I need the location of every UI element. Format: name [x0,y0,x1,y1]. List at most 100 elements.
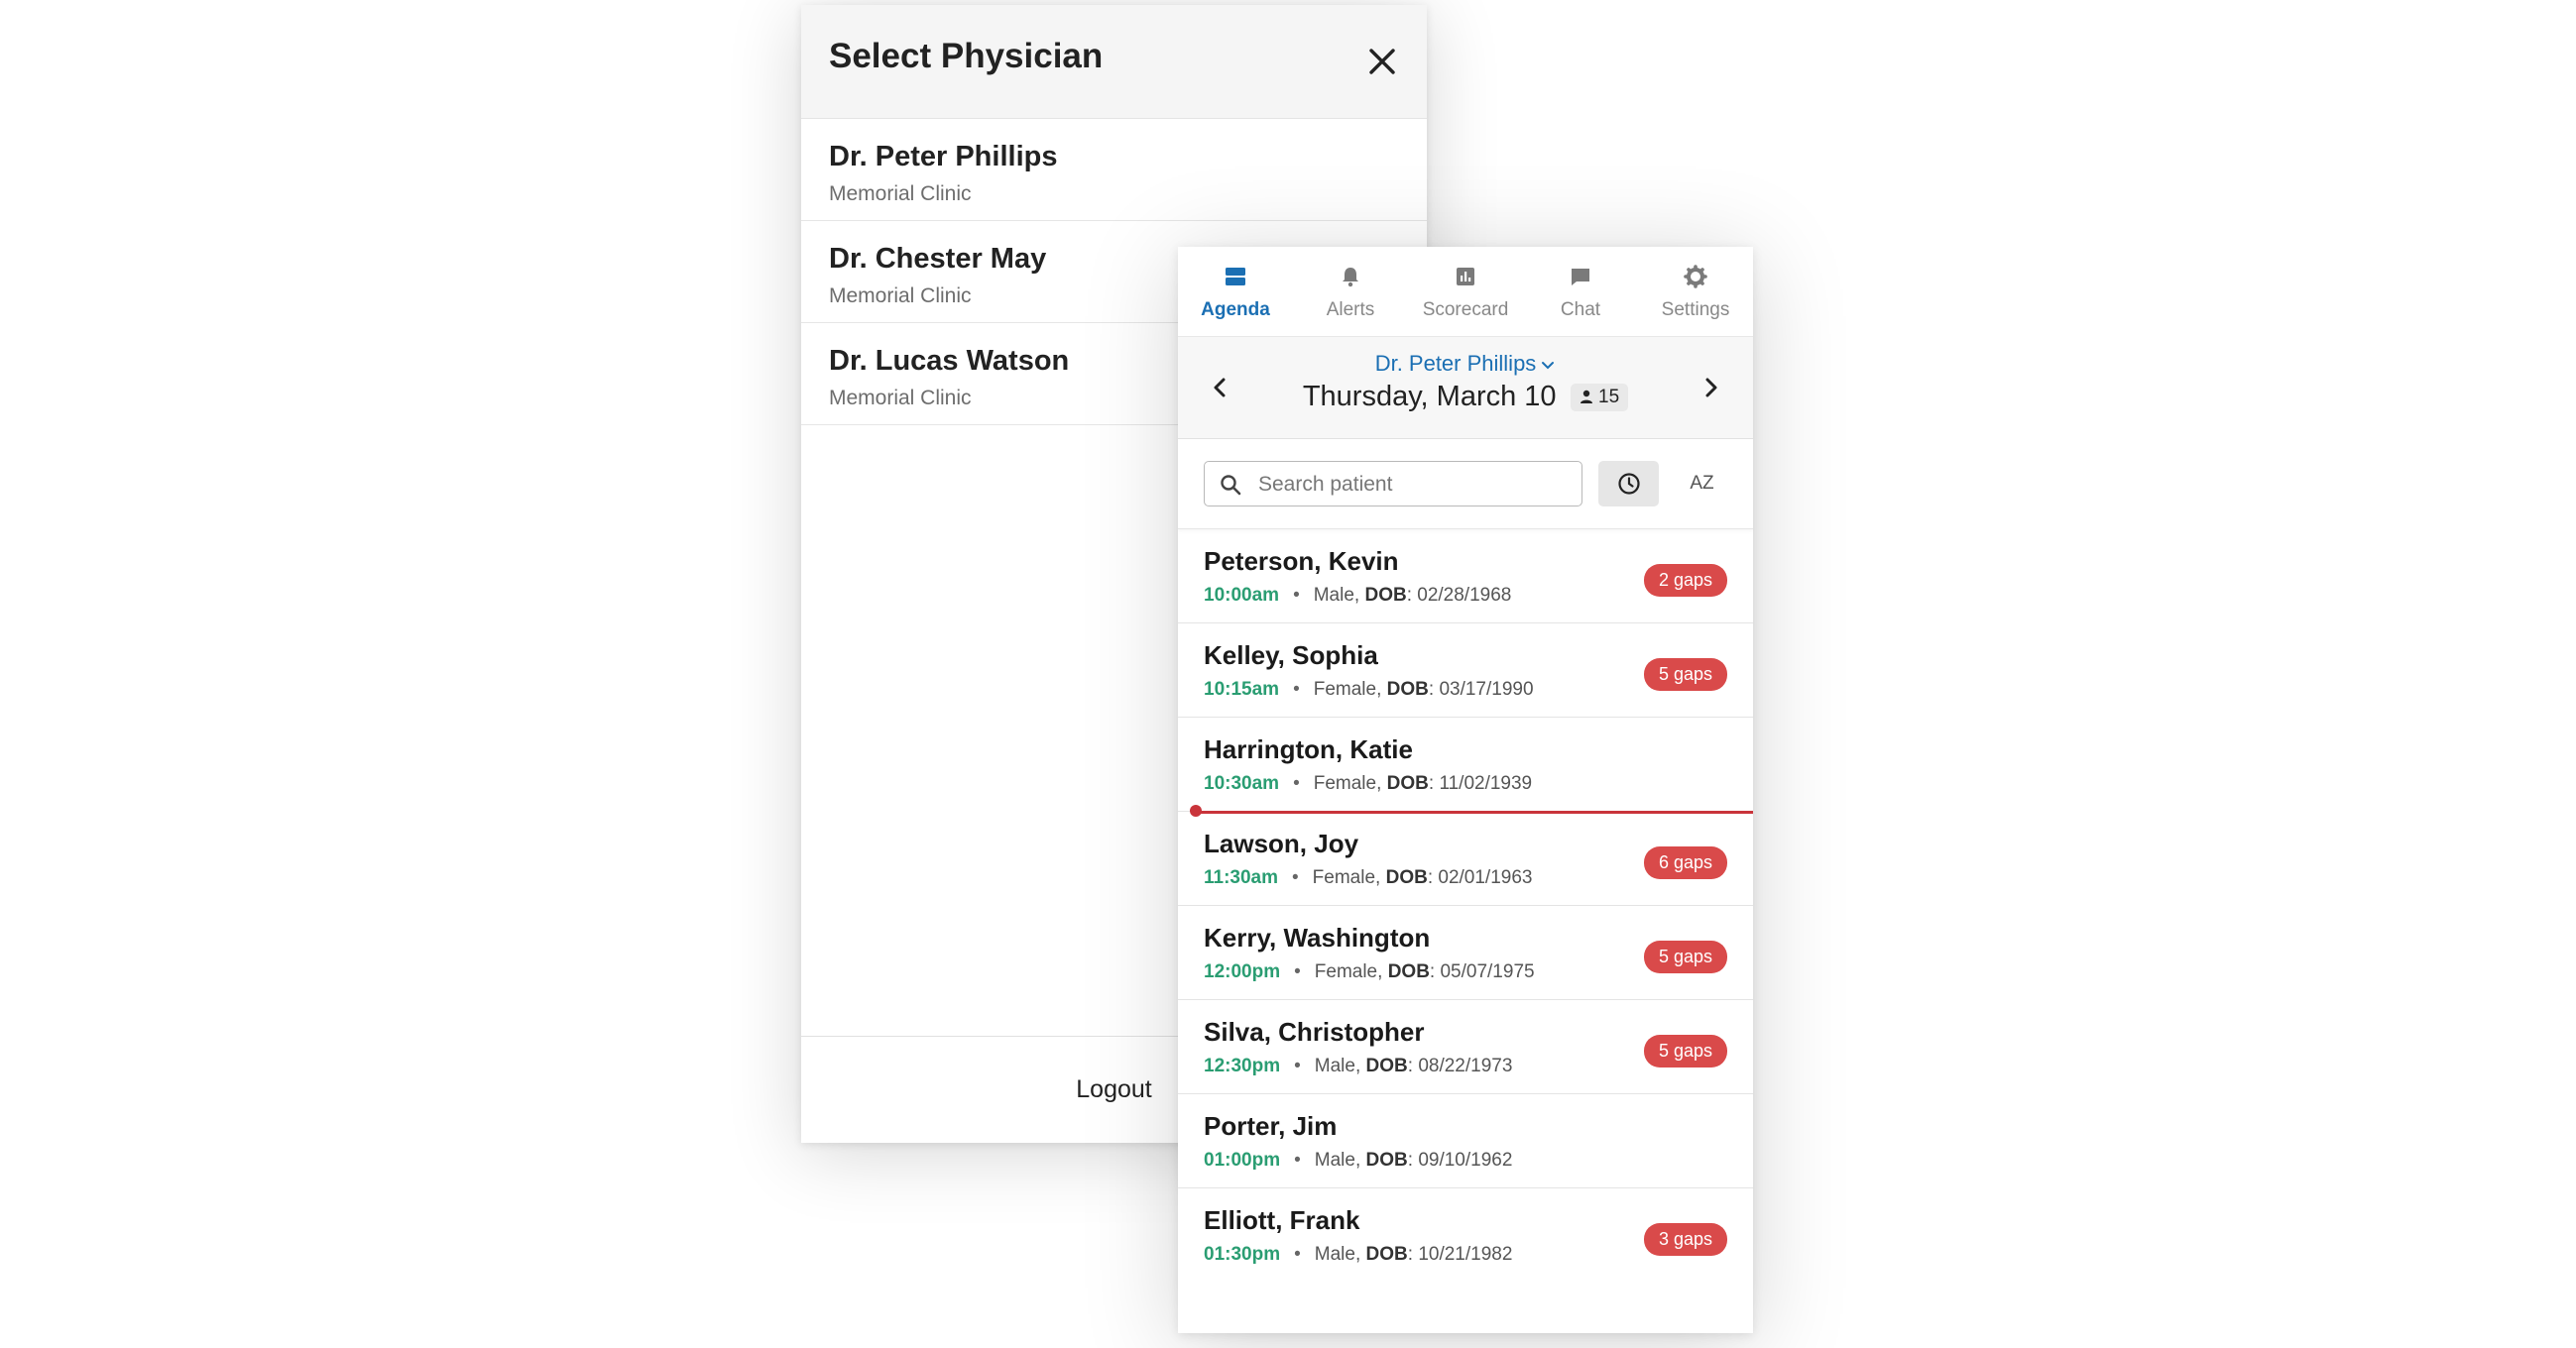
separator: • [1293,773,1300,794]
dob-label: DOB [1364,585,1407,606]
patient-list: Peterson, Kevin 10:00am • Male, DOB: 02/28… [1178,529,1753,1282]
gear-icon [1684,265,1707,288]
agenda-panel: Agenda Alerts Scorecard Chat Settings Dr… [1178,247,1753,1333]
search-icon [1221,475,1241,496]
physician-name: Dr. Chester May [829,243,1047,275]
patient-sex: Female [1313,679,1377,700]
physician-name: Dr. Peter Phillips [829,141,1058,172]
clock-icon [1617,473,1640,495]
appointment-time: 01:30pm [1204,1244,1281,1265]
dob-label: DOB [1365,1150,1408,1171]
separator: • [1294,1150,1301,1171]
separator: • [1294,1056,1301,1076]
dob-label: DOB [1386,773,1429,794]
chevron-down-icon [1542,362,1555,370]
physician-name: Dr. Lucas Watson [829,345,1070,377]
tab-scorecard[interactable]: Scorecard [1408,247,1523,336]
tab-label: Settings [1661,299,1730,320]
separator: • [1294,1244,1301,1265]
gaps-badge[interactable]: 5 gaps [1643,941,1727,973]
gaps-badge[interactable]: 3 gaps [1643,1223,1727,1256]
tab-label: Scorecard [1422,299,1509,320]
patient-details: 10:30am • Female, DOB: 11/02/1939 [1204,773,1533,794]
patient-name: Kerry, Washington [1204,923,1431,953]
search-field [1204,461,1582,506]
dob-label: DOB [1365,1056,1408,1076]
date-navigator: Dr. Peter Phillips Thursday, March 10 15 [1178,337,1753,439]
bar-chart-icon [1457,268,1474,285]
chevron-right-icon[interactable] [1697,373,1726,402]
patient-sex: Male [1314,1150,1355,1171]
separator: • [1293,585,1300,606]
sort-alphabetical-button[interactable]: AZ [1672,461,1732,506]
sort-by-time-button[interactable] [1598,461,1659,506]
patient-details: 10:00am • Male, DOB: 02/28/1968 [1204,585,1512,606]
patient-row[interactable]: Kelley, Sophia 10:15am • Female, DOB: 03/1… [1178,623,1753,718]
patient-sex: Male [1314,1056,1355,1076]
patient-details: 11:30am • Female, DOB: 02/01/1963 [1204,867,1533,888]
patient-row[interactable]: Peterson, Kevin 10:00am • Male, DOB: 02/28… [1178,529,1753,623]
date-row: Thursday, March 10 15 [1178,381,1753,413]
patient-row[interactable]: Silva, Christopher 12:30pm • Male, DOB: 08… [1178,1000,1753,1094]
appointment-time: 12:00pm [1204,961,1281,982]
patient-dob: 02/01/1963 [1438,867,1533,888]
tab-alerts[interactable]: Alerts [1293,247,1408,336]
physician-clinic: Memorial Clinic [829,387,972,409]
dob-label: DOB [1387,961,1430,982]
dialog-title: Select Physician [829,37,1104,75]
patient-row[interactable]: Harrington, Katie 10:30am • Female, DOB: 1… [1178,718,1753,812]
dob-label: DOB [1365,1244,1408,1265]
gaps-badge[interactable]: 6 gaps [1643,846,1727,879]
patient-row[interactable]: Kerry, Washington 12:00pm • Female, DOB: 0… [1178,906,1753,1000]
appointment-time: 10:00am [1204,585,1280,606]
separator: • [1292,867,1299,888]
patient-sex: Female [1313,773,1377,794]
logout-button[interactable]: Logout [1070,1074,1157,1105]
patient-name: Lawson, Joy [1204,829,1359,858]
patient-sex: Female [1314,961,1378,982]
close-icon[interactable] [1365,45,1399,78]
patient-dob: 03/17/1990 [1439,679,1534,700]
gaps-badge[interactable]: 2 gaps [1643,564,1727,597]
tab-label: Chat [1560,299,1601,320]
gaps-badge[interactable]: 5 gaps [1643,1035,1727,1067]
gaps-badge[interactable]: 5 gaps [1643,658,1727,691]
person-icon [1581,390,1593,403]
physician-dropdown[interactable]: Dr. Peter Phillips [1178,351,1753,377]
physician-item[interactable]: Dr. Peter Phillips Memorial Clinic [801,119,1427,221]
patient-name: Elliott, Frank [1204,1205,1360,1235]
tab-settings[interactable]: Settings [1638,247,1753,336]
patient-sex: Male [1313,585,1354,606]
patient-dob: 08/22/1973 [1418,1056,1513,1076]
patient-sex: Female [1312,867,1376,888]
tab-label: Alerts [1326,299,1375,320]
patient-details: 12:00pm • Female, DOB: 05/07/1975 [1204,961,1535,982]
patient-name: Peterson, Kevin [1204,546,1399,576]
patient-count-badge: 15 [1571,383,1629,411]
tab-chat[interactable]: Chat [1523,247,1638,336]
search-toolbar: AZ [1178,439,1753,529]
appointment-time: 10:30am [1204,773,1280,794]
separator: • [1294,961,1301,982]
patient-row[interactable]: Elliott, Frank 01:30pm • Male, DOB: 10/21/… [1178,1188,1753,1282]
patient-sex: Male [1314,1244,1355,1265]
patient-count: 15 [1598,386,1620,407]
patient-row[interactable]: Lawson, Joy 11:30am • Female, DOB: 02/01/1… [1178,812,1753,906]
tab-agenda[interactable]: Agenda [1178,247,1293,336]
patient-details: 12:30pm • Male, DOB: 08/22/1973 [1204,1056,1513,1076]
tab-label: Agenda [1201,299,1270,320]
selected-physician: Dr. Peter Phillips [1374,351,1537,376]
patient-name: Silva, Christopher [1204,1017,1425,1047]
patient-dob: 05/07/1975 [1440,961,1535,982]
patient-name: Kelley, Sophia [1204,640,1378,670]
appointment-time: 12:30pm [1204,1056,1281,1076]
patient-name: Porter, Jim [1204,1111,1338,1141]
physician-clinic: Memorial Clinic [829,182,972,205]
patient-name: Harrington, Katie [1204,734,1413,764]
patient-row[interactable]: Porter, Jim 01:00pm • Male, DOB: 09/10/196… [1178,1094,1753,1188]
dialog-header: Select Physician [801,5,1427,119]
patient-details: 01:00pm • Male, DOB: 09/10/1962 [1204,1150,1513,1171]
agenda-icon [1226,268,1245,285]
search-input[interactable] [1256,462,1578,506]
patient-details: 10:15am • Female, DOB: 03/17/1990 [1204,679,1534,700]
